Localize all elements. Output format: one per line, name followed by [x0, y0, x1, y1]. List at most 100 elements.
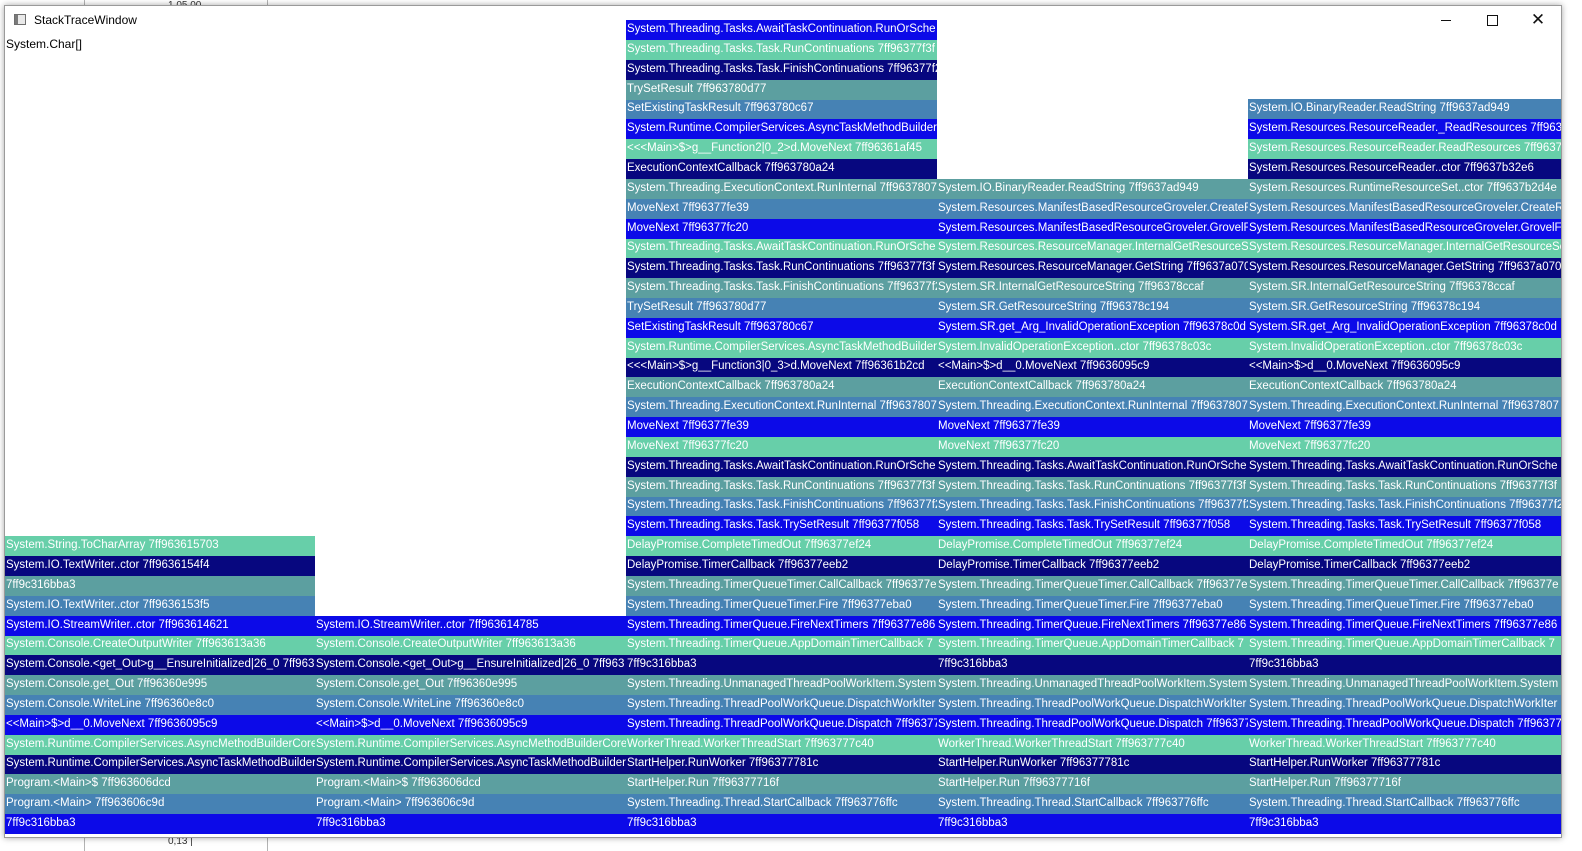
stack-frame[interactable]: Program.<Main>$ 7ff963606dcd: [5, 774, 315, 794]
stack-frame[interactable]: System.Threading.Tasks.AwaitTaskContinua…: [1248, 457, 1561, 477]
stack-frame[interactable]: System.Threading.Tasks.AwaitTaskContinua…: [626, 457, 937, 477]
stack-frame[interactable]: System.IO.BinaryReader.ReadString 7ff963…: [1248, 99, 1561, 119]
stack-frame[interactable]: WorkerThread.WorkerThreadStart 7ff963777…: [626, 735, 937, 755]
stack-frame[interactable]: TrySetResult 7ff963780d77: [626, 80, 937, 100]
stack-frame[interactable]: System.IO.BinaryReader.ReadString 7ff963…: [937, 179, 1248, 199]
stack-frame[interactable]: System.Console.CreateOutputWriter 7ff963…: [315, 635, 626, 655]
stack-frame[interactable]: System.Threading.TimerQueue.AppDomainTim…: [937, 635, 1248, 655]
stack-frame[interactable]: <<Main>$>d__0.MoveNext 7ff9636095c9: [1248, 357, 1561, 377]
stack-frame[interactable]: System.Console.get_Out 7ff96360e995: [5, 675, 315, 695]
stack-frame[interactable]: ExecutionContextCallback 7ff963780a24: [626, 377, 937, 397]
stack-frame[interactable]: System.Resources.ResourceReader._ReadRes…: [1248, 119, 1561, 139]
stack-frame[interactable]: System.Console.get_Out 7ff96360e995: [315, 675, 626, 695]
stack-frame[interactable]: System.Console.CreateOutputWriter 7ff963…: [5, 635, 315, 655]
stack-frame[interactable]: MoveNext 7ff96377fe39: [626, 199, 937, 219]
stack-frame[interactable]: System.IO.TextWriter..ctor 7ff9636154f4: [5, 556, 315, 576]
stack-frame[interactable]: MoveNext 7ff96377fe39: [626, 417, 937, 437]
stack-frame[interactable]: <<<Main>$>g__Function2|0_2>d.MoveNext 7f…: [626, 139, 937, 159]
stack-frame[interactable]: 7ff9c316bba3: [626, 655, 937, 675]
stack-frame[interactable]: 7ff9c316bba3: [1248, 655, 1561, 675]
stack-frame[interactable]: System.SR.InternalGetResourceString 7ff9…: [1248, 278, 1561, 298]
stack-frame[interactable]: System.Threading.Tasks.Task.FinishContin…: [626, 278, 937, 298]
stack-frame[interactable]: System.Threading.Tasks.Task.TrySetResult…: [1248, 516, 1561, 536]
stack-frame[interactable]: System.Resources.RuntimeResourceSet..cto…: [1248, 179, 1561, 199]
stack-frame[interactable]: System.Threading.ExecutionContext.RunInt…: [937, 397, 1248, 417]
stack-frame[interactable]: MoveNext 7ff96377fc20: [626, 219, 937, 239]
stack-frame[interactable]: 7ff9c316bba3: [1248, 814, 1561, 834]
stack-frame[interactable]: System.SR.get_Arg_InvalidOperationExcept…: [1248, 318, 1561, 338]
stack-frame[interactable]: System.Resources.ResourceManager.GetStri…: [1248, 258, 1561, 278]
stack-frame[interactable]: 7ff9c316bba3: [626, 814, 937, 834]
stack-frame[interactable]: System.Threading.TimerQueueTimer.CallCal…: [1248, 576, 1561, 596]
stack-frame[interactable]: DelayPromise.TimerCallback 7ff96377eeb2: [1248, 556, 1561, 576]
stack-frame[interactable]: System.Threading.ThreadPoolWorkQueue.Dis…: [1248, 695, 1561, 715]
stack-frame[interactable]: 7ff9c316bba3: [5, 814, 315, 834]
stack-frame[interactable]: DelayPromise.CompleteTimedOut 7ff96377ef…: [1248, 536, 1561, 556]
stack-frame[interactable]: System.Threading.TimerQueue.FireNextTime…: [937, 616, 1248, 636]
stack-frame[interactable]: StartHelper.RunWorker 7ff96377781c: [937, 754, 1248, 774]
stack-frame[interactable]: MoveNext 7ff96377fe39: [1248, 417, 1561, 437]
stack-frame[interactable]: ExecutionContextCallback 7ff963780a24: [1248, 377, 1561, 397]
stack-frame[interactable]: System.Threading.Tasks.Task.RunContinuat…: [626, 258, 937, 278]
stack-frame[interactable]: WorkerThread.WorkerThreadStart 7ff963777…: [1248, 735, 1561, 755]
stack-frame[interactable]: MoveNext 7ff96377fc20: [626, 437, 937, 457]
stack-frame[interactable]: System.Threading.Tasks.Task.FinishContin…: [937, 496, 1248, 516]
stack-frame[interactable]: System.Threading.Tasks.Task.FinishContin…: [626, 496, 937, 516]
stack-frame[interactable]: MoveNext 7ff96377fc20: [1248, 437, 1561, 457]
stack-frame[interactable]: System.Threading.Thread.StartCallback 7f…: [626, 794, 937, 814]
stack-frame[interactable]: System.Threading.TimerQueue.AppDomainTim…: [1248, 635, 1561, 655]
stack-frame[interactable]: 7ff9c316bba3: [5, 576, 315, 596]
stack-frame[interactable]: System.Threading.Tasks.AwaitTaskContinua…: [937, 457, 1248, 477]
stack-frame[interactable]: System.SR.get_Arg_InvalidOperationExcept…: [937, 318, 1248, 338]
stack-frame[interactable]: System.Resources.ResourceReader.ReadReso…: [1248, 139, 1561, 159]
stack-frame[interactable]: System.Threading.ThreadPoolWorkQueue.Dis…: [937, 695, 1248, 715]
stack-frame[interactable]: System.IO.TextWriter..ctor 7ff9636153f5: [5, 596, 315, 616]
stack-frame[interactable]: StartHelper.RunWorker 7ff96377781c: [1248, 754, 1561, 774]
stack-frame[interactable]: System.String.ToCharArray 7ff963615703: [5, 536, 315, 556]
stack-frame[interactable]: System.Threading.Tasks.AwaitTaskContinua…: [626, 238, 937, 258]
stack-frame[interactable]: System.SR.InternalGetResourceString 7ff9…: [937, 278, 1248, 298]
stack-frame[interactable]: System.Threading.ThreadPoolWorkQueue.Dis…: [626, 695, 937, 715]
stack-frame[interactable]: 7ff9c316bba3: [937, 814, 1248, 834]
stack-frame[interactable]: DelayPromise.CompleteTimedOut 7ff96377ef…: [937, 536, 1248, 556]
stack-frame[interactable]: System.Threading.Tasks.AwaitTaskContinua…: [626, 20, 937, 40]
stack-frame[interactable]: System.Threading.TimerQueueTimer.CallCal…: [626, 576, 937, 596]
stack-frame[interactable]: SetExistingTaskResult 7ff963780c67: [626, 318, 937, 338]
stack-frame[interactable]: System.Console.WriteLine 7ff96360e8c0: [5, 695, 315, 715]
stack-frame[interactable]: System.Threading.UnmanagedThreadPoolWork…: [1248, 675, 1561, 695]
stack-frame[interactable]: System.Console.WriteLine 7ff96360e8c0: [315, 695, 626, 715]
stack-frame[interactable]: <<Main>$>d__0.MoveNext 7ff9636095c9: [937, 357, 1248, 377]
stack-frame[interactable]: System.Threading.TimerQueue.FireNextTime…: [626, 616, 937, 636]
stack-frame[interactable]: System.Threading.TimerQueue.AppDomainTim…: [626, 635, 937, 655]
stack-frame[interactable]: DelayPromise.TimerCallback 7ff96377eeb2: [626, 556, 937, 576]
stack-frame[interactable]: System.SR.GetResourceString 7ff96378c194: [1248, 298, 1561, 318]
stack-frame[interactable]: StartHelper.Run 7ff96377716f: [626, 774, 937, 794]
stack-frame[interactable]: TrySetResult 7ff963780d77: [626, 298, 937, 318]
stack-frame[interactable]: System.InvalidOperationException..ctor 7…: [937, 338, 1248, 358]
stack-frame[interactable]: Program.<Main> 7ff963606c9d: [5, 794, 315, 814]
stack-frame[interactable]: 7ff9c316bba3: [315, 814, 626, 834]
stack-frame[interactable]: System.Threading.ExecutionContext.RunInt…: [626, 397, 937, 417]
stack-frame[interactable]: StartHelper.RunWorker 7ff96377781c: [626, 754, 937, 774]
stack-frame[interactable]: System.Runtime.CompilerServices.AsyncTas…: [5, 754, 315, 774]
stack-frame[interactable]: System.Threading.Tasks.Task.FinishContin…: [626, 60, 937, 80]
stack-frame[interactable]: System.Threading.TimerQueueTimer.Fire 7f…: [937, 596, 1248, 616]
stack-frame[interactable]: System.Threading.ExecutionContext.RunInt…: [1248, 397, 1561, 417]
stack-frame[interactable]: System.Resources.ManifestBasedResourceGr…: [937, 219, 1248, 239]
stack-frame[interactable]: System.Resources.ManifestBasedResourceGr…: [937, 199, 1248, 219]
stack-frame[interactable]: System.InvalidOperationException..ctor 7…: [1248, 338, 1561, 358]
stack-frame[interactable]: System.Resources.ManifestBasedResourceGr…: [1248, 219, 1561, 239]
stack-frame[interactable]: System.Console.<get_Out>g__EnsureInitial…: [315, 655, 626, 675]
stack-frame[interactable]: Program.<Main> 7ff963606c9d: [315, 794, 626, 814]
stack-frame[interactable]: System.SR.GetResourceString 7ff96378c194: [937, 298, 1248, 318]
stack-frame[interactable]: System.Threading.Thread.StartCallback 7f…: [937, 794, 1248, 814]
stack-frame[interactable]: System.Resources.ResourceManager.Interna…: [937, 238, 1248, 258]
stack-frame[interactable]: System.Threading.Thread.StartCallback 7f…: [1248, 794, 1561, 814]
stack-frame[interactable]: System.IO.StreamWriter..ctor 7ff96361478…: [315, 616, 626, 636]
stack-frame[interactable]: ExecutionContextCallback 7ff963780a24: [937, 377, 1248, 397]
stack-frame[interactable]: System.Threading.ThreadPoolWorkQueue.Dis…: [937, 715, 1248, 735]
stack-frame[interactable]: System.Resources.ManifestBasedResourceGr…: [1248, 199, 1561, 219]
stack-frame[interactable]: System.Runtime.CompilerServices.AsyncMet…: [5, 735, 315, 755]
stack-frame[interactable]: <<Main>$>d__0.MoveNext 7ff9636095c9: [315, 715, 626, 735]
stack-frame[interactable]: System.IO.StreamWriter..ctor 7ff96361462…: [5, 616, 315, 636]
